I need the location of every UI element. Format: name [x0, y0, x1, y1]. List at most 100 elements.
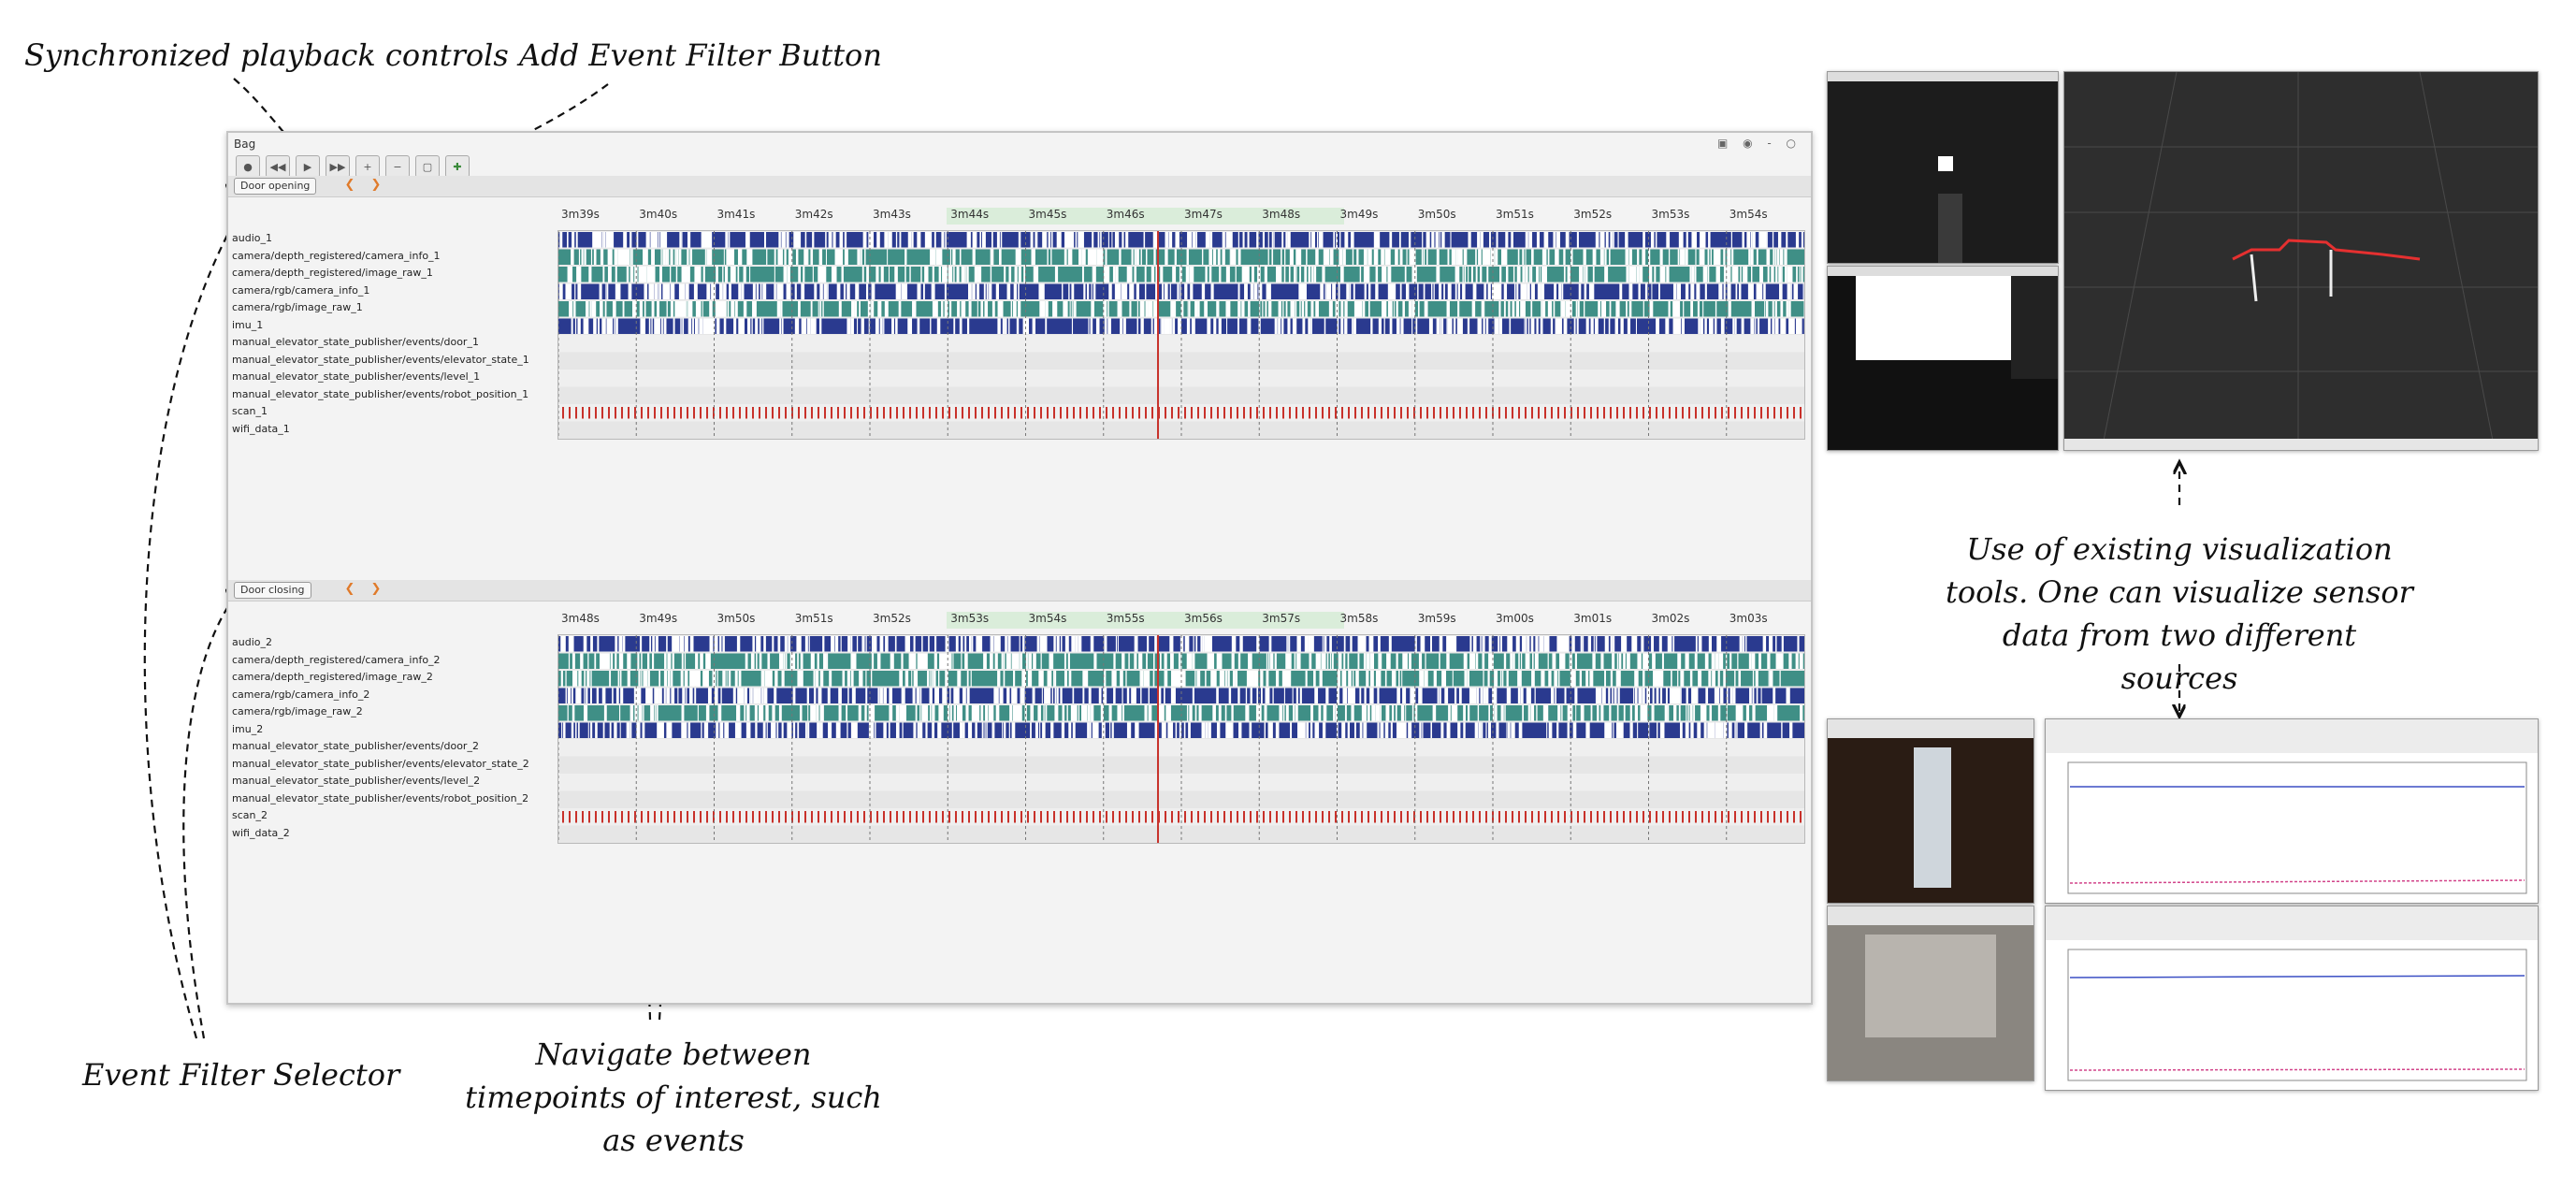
depth-right-wall: [2011, 276, 2058, 379]
plot-canvas: [2067, 949, 2527, 1081]
elevator-doors: [1865, 935, 1996, 1037]
topic-label[interactable]: wifi_data_1: [232, 421, 529, 439]
topic-label[interactable]: manual_elevator_state_publisher/events/l…: [232, 773, 529, 790]
topic-label[interactable]: manual_elevator_state_publisher/events/r…: [232, 790, 529, 808]
time-tick-label: 3m54s: [1028, 612, 1067, 625]
next-event-button[interactable]: ❯: [367, 581, 385, 598]
time-tick-label: 3m51s: [1496, 208, 1534, 221]
time-tick-label: 3m39s: [561, 208, 600, 221]
fast-forward-icon[interactable]: ▶▶: [326, 155, 350, 178]
track-canvas: [557, 635, 1804, 843]
depth-door: [1938, 194, 1962, 263]
zoom-out-icon[interactable]: −: [385, 155, 410, 178]
timeline-panel-door-closing: Door closing ❮ ❯ 3m48s 3m49s 3m50s 3m51s 3m5…: [228, 580, 1811, 973]
topic-label[interactable]: camera/depth_registered/image_raw_2: [232, 669, 529, 687]
topic-label[interactable]: manual_elevator_state_publisher/events/r…: [232, 386, 529, 404]
time-tick-label: 3m52s: [1573, 208, 1613, 221]
bag-window: Bag ▣ ◉ - ○ ● ◀◀ ▶ ▶▶ + − ▢ ✚ Door openi…: [226, 131, 1813, 1005]
rviz-scene: [2064, 71, 2538, 451]
time-tick-label: 3m40s: [639, 208, 678, 221]
time-tick-label: 3m47s: [1184, 208, 1223, 221]
topic-label[interactable]: audio_2: [232, 634, 529, 652]
depth-left-wall: [1828, 276, 1856, 450]
time-tick-label: 3m53s: [950, 612, 990, 625]
time-tick-label: 3m56s: [1184, 612, 1223, 625]
topic-label[interactable]: scan_2: [232, 807, 529, 825]
window-titlebar: Bag ▣ ◉ - ○: [228, 133, 1811, 155]
depth-blob: [1938, 156, 1953, 171]
time-tick-label: 3m51s: [794, 612, 833, 625]
timeline-tracks[interactable]: [557, 230, 1808, 440]
view-titlebar: [1828, 267, 2058, 276]
topic-list: audio_1 camera/depth_registered/camera_in…: [232, 230, 529, 438]
time-tick-label: 3m58s: [1339, 612, 1379, 625]
topic-label[interactable]: camera/depth_registered/camera_info_1: [232, 248, 529, 266]
view-titlebar: [1828, 72, 2058, 81]
depth-image-view-top: [1827, 71, 2059, 264]
camera-image-view-bottom: [1827, 906, 2034, 1081]
previous-event-button[interactable]: ❮: [340, 177, 359, 194]
time-tick-label: 3m57s: [1262, 612, 1301, 625]
window-controls[interactable]: ▣ ◉ - ○: [1717, 137, 1802, 150]
topic-label[interactable]: camera/rgb/camera_info_2: [232, 687, 529, 704]
topic-label[interactable]: manual_elevator_state_publisher/events/e…: [232, 756, 529, 774]
time-tick-label: 3m50s: [1417, 208, 1456, 221]
time-tick-label: 3m42s: [794, 208, 833, 221]
add-event-filter-button[interactable]: ✚: [445, 155, 470, 178]
time-tick-label: 3m54s: [1729, 208, 1768, 221]
topic-label[interactable]: camera/depth_registered/camera_info_2: [232, 652, 529, 670]
time-tick-label: 3m53s: [1651, 208, 1690, 221]
topic-label[interactable]: camera/rgb/image_raw_1: [232, 299, 529, 317]
time-tick-label: 3m49s: [639, 612, 678, 625]
topic-label[interactable]: scan_1: [232, 403, 529, 421]
previous-event-button[interactable]: ❮: [340, 581, 359, 598]
track-canvas: [557, 231, 1808, 439]
rqt-plot-top: [2045, 718, 2539, 904]
time-tick-label: 3m50s: [716, 612, 756, 625]
topic-label[interactable]: camera/rgb/image_raw_2: [232, 703, 529, 721]
panel-header: Door closing ❮ ❯: [228, 580, 1811, 602]
topic-label[interactable]: imu_1: [232, 317, 529, 335]
topic-label[interactable]: manual_elevator_state_publisher/events/e…: [232, 352, 529, 370]
next-event-button[interactable]: ❯: [367, 177, 385, 194]
time-tick-label: 3m00s: [1496, 612, 1534, 625]
timeline-tracks[interactable]: [557, 634, 1805, 844]
timeline-panel-door-opening: Door opening ❮ ❯ 3m39s 3m40s 3m41s 3m42s 3m4…: [228, 176, 1811, 569]
time-tick-label: 3m49s: [1339, 208, 1379, 221]
record-icon[interactable]: ●: [236, 155, 260, 178]
time-tick-label: 3m43s: [873, 208, 911, 221]
topic-label[interactable]: camera/depth_registered/image_raw_1: [232, 265, 529, 283]
topic-label[interactable]: manual_elevator_state_publisher/events/d…: [232, 738, 529, 756]
rviz-3d-view: [2063, 71, 2539, 451]
topic-list: audio_2 camera/depth_registered/camera_in…: [232, 634, 529, 842]
time-tick-label: 3m55s: [1106, 612, 1145, 625]
event-filter-selector[interactable]: Door opening: [234, 178, 317, 195]
time-tick-label: 3m48s: [561, 612, 600, 625]
time-tick-label: 3m41s: [716, 208, 756, 221]
rewind-icon[interactable]: ◀◀: [266, 155, 290, 178]
play-icon[interactable]: ▶: [296, 155, 320, 178]
event-filter-selector[interactable]: Door closing: [234, 582, 311, 599]
topic-label[interactable]: audio_1: [232, 230, 529, 248]
time-tick-label: 3m02s: [1651, 612, 1690, 625]
view-toolbar: [1828, 719, 2033, 738]
topic-label[interactable]: wifi_data_2: [232, 825, 529, 843]
zoom-in-icon[interactable]: +: [355, 155, 380, 178]
time-tick-label: 3m01s: [1573, 612, 1613, 625]
time-tick-label: 3m46s: [1106, 208, 1145, 221]
topic-label[interactable]: imu_2: [232, 721, 529, 739]
time-tick-label: 3m03s: [1729, 612, 1768, 625]
time-tick-label: 3m44s: [950, 208, 990, 221]
rqt-plot-bottom: [2045, 906, 2539, 1091]
topic-label[interactable]: manual_elevator_state_publisher/events/l…: [232, 369, 529, 386]
topic-label[interactable]: manual_elevator_state_publisher/events/d…: [232, 334, 529, 352]
time-tick-label: 3m45s: [1028, 208, 1067, 221]
time-tick-label: 3m59s: [1417, 612, 1456, 625]
camera-image-view-top: [1827, 718, 2034, 904]
topic-label[interactable]: camera/rgb/camera_info_1: [232, 283, 529, 300]
elevator-opening: [1914, 747, 1951, 888]
zoom-fit-icon[interactable]: ▢: [415, 155, 440, 178]
rviz-statusbar: [2064, 439, 2538, 450]
plot-canvas: [2067, 761, 2527, 894]
panel-header: Door opening ❮ ❯: [228, 176, 1811, 197]
